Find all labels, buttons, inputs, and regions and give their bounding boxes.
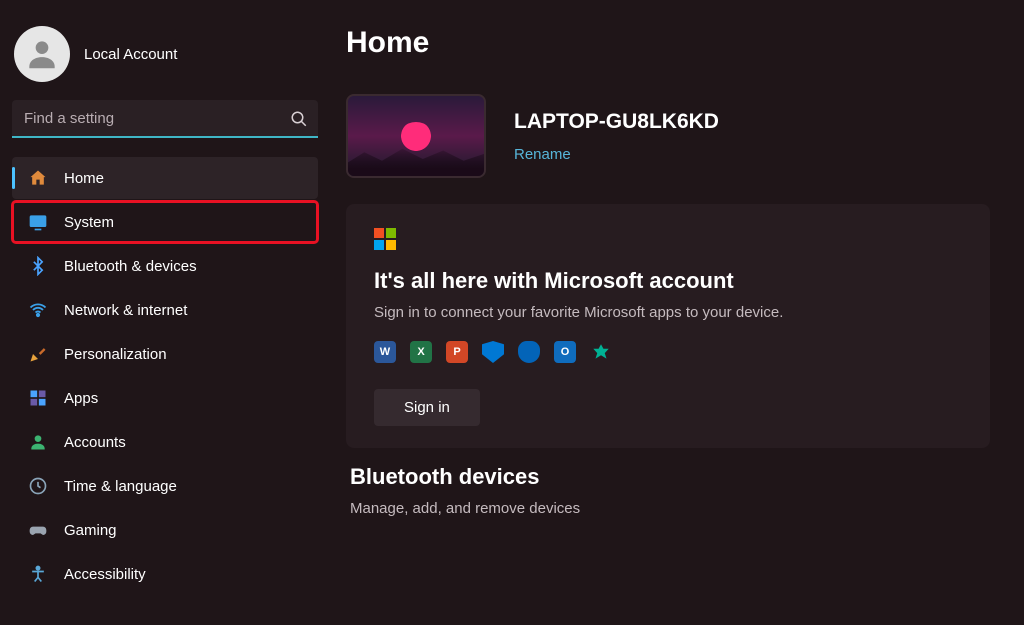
bluetooth-section: Bluetooth devices Manage, add, and remov… <box>346 464 990 517</box>
nav-label: Accessibility <box>64 566 146 583</box>
search-icon <box>290 110 308 128</box>
sidebar-item-apps[interactable]: Apps <box>12 377 318 419</box>
bluetooth-title: Bluetooth devices <box>346 464 990 490</box>
accounts-icon <box>28 432 48 452</box>
apps-icon <box>28 388 48 408</box>
nav-label: Gaming <box>64 522 117 539</box>
microsoft-account-card: It's all here with Microsoft account Sig… <box>346 204 990 448</box>
rename-link[interactable]: Rename <box>514 146 719 163</box>
sidebar: Local Account Home System Bluetooth & de… <box>0 0 330 625</box>
nav: Home System Bluetooth & devices Network … <box>8 156 322 596</box>
sign-in-button[interactable]: Sign in <box>374 389 480 426</box>
wifi-icon <box>28 300 48 320</box>
device-name: LAPTOP-GU8LK6KD <box>514 110 719 134</box>
sidebar-item-bluetooth[interactable]: Bluetooth & devices <box>12 245 318 287</box>
main: Home LAPTOP-GU8LK6KD Rename It's all her… <box>330 0 1024 625</box>
system-icon <box>28 212 48 232</box>
search-wrap <box>12 100 318 138</box>
time-language-icon <box>28 476 48 496</box>
sidebar-item-gaming[interactable]: Gaming <box>12 509 318 551</box>
sidebar-item-time-language[interactable]: Time & language <box>12 465 318 507</box>
word-icon: W <box>374 341 396 363</box>
ms-card-subtitle: Sign in to connect your favorite Microso… <box>374 304 962 321</box>
outlook-icon: O <box>554 341 576 363</box>
nav-label: Accounts <box>64 434 126 451</box>
microsoft-logo-icon <box>374 228 396 250</box>
page-title: Home <box>346 26 990 60</box>
app-icons-row: W X P O <box>374 341 962 363</box>
user-icon <box>23 35 61 73</box>
bluetooth-subtitle: Manage, add, and remove devices <box>346 500 990 517</box>
account-name: Local Account <box>84 46 177 63</box>
nav-label: Home <box>64 170 104 187</box>
sidebar-item-accounts[interactable]: Accounts <box>12 421 318 463</box>
nav-label: Network & internet <box>64 302 187 319</box>
accessibility-icon <box>28 564 48 584</box>
search-input[interactable] <box>12 100 318 138</box>
nav-label: System <box>64 214 114 231</box>
device-info: LAPTOP-GU8LK6KD Rename <box>514 110 719 163</box>
nav-label: Time & language <box>64 478 177 495</box>
sidebar-item-network[interactable]: Network & internet <box>12 289 318 331</box>
device-thumbnail[interactable] <box>346 94 486 178</box>
personalization-icon <box>28 344 48 364</box>
sidebar-item-home[interactable]: Home <box>12 157 318 199</box>
family-icon <box>590 341 612 363</box>
account-row[interactable]: Local Account <box>8 16 322 100</box>
home-icon <box>28 168 48 188</box>
nav-label: Personalization <box>64 346 167 363</box>
device-row: LAPTOP-GU8LK6KD Rename <box>346 94 990 178</box>
avatar <box>14 26 70 82</box>
nav-label: Bluetooth & devices <box>64 258 197 275</box>
nav-label: Apps <box>64 390 98 407</box>
excel-icon: X <box>410 341 432 363</box>
powerpoint-icon: P <box>446 341 468 363</box>
ms-card-title: It's all here with Microsoft account <box>374 268 962 294</box>
security-icon <box>482 341 504 363</box>
sidebar-item-personalization[interactable]: Personalization <box>12 333 318 375</box>
sidebar-item-system[interactable]: System <box>12 201 318 243</box>
gaming-icon <box>28 520 48 540</box>
onedrive-icon <box>518 341 540 363</box>
sidebar-item-accessibility[interactable]: Accessibility <box>12 553 318 595</box>
bluetooth-icon <box>28 256 48 276</box>
